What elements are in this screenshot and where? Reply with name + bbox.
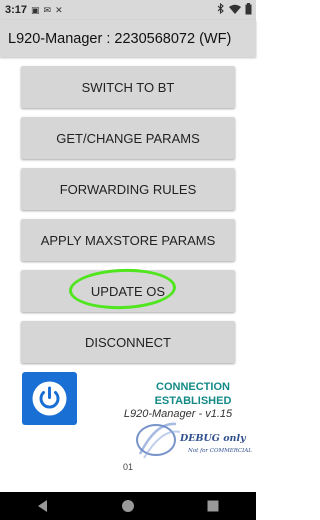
switch-to-bt-button[interactable]: SWITCH TO BT [21, 66, 235, 108]
battery-icon [245, 2, 252, 18]
mail-notification-icon: ✉ [43, 4, 52, 15]
watermark-text: DEBUG only [179, 433, 247, 444]
app-bar: L920-Manager : 2230568072 (WF) [0, 20, 256, 57]
back-icon[interactable] [36, 499, 50, 513]
home-icon[interactable] [121, 499, 135, 513]
get-change-params-button[interactable]: GET/CHANGE PARAMS [21, 117, 235, 159]
forwarding-rules-button[interactable]: FORWARDING RULES [21, 168, 235, 210]
wifi-icon [229, 4, 241, 17]
apply-maxstore-params-button[interactable]: APPLY MAXSTORE PARAMS [21, 219, 235, 261]
app-title: L920-Manager : 2230568072 (WF) [8, 30, 232, 47]
power-button[interactable] [22, 372, 77, 425]
status-bar: 3:17 ▣ ✉ ✕ [0, 0, 256, 20]
status-time: 3:17 [5, 4, 28, 16]
watermark-subtext: Not for COMMERCIAL [187, 448, 252, 454]
power-icon [32, 381, 67, 416]
connection-status-line2: ESTABLISHED [154, 395, 232, 407]
photo-notification-icon: ▣ [31, 4, 40, 15]
connection-status: CONNECTION ESTABLISHED [150, 380, 236, 408]
navigation-bar [0, 492, 256, 520]
page-counter: 01 [122, 462, 133, 472]
recents-icon[interactable] [206, 499, 220, 513]
no-signal-icon: ✕ [55, 4, 63, 15]
debug-watermark-logo: DEBUG only Not for COMMERCIAL [136, 422, 252, 459]
connection-status-line1: CONNECTION [156, 381, 230, 393]
disconnect-button[interactable]: DISCONNECT [21, 321, 235, 363]
bluetooth-icon [217, 2, 225, 17]
